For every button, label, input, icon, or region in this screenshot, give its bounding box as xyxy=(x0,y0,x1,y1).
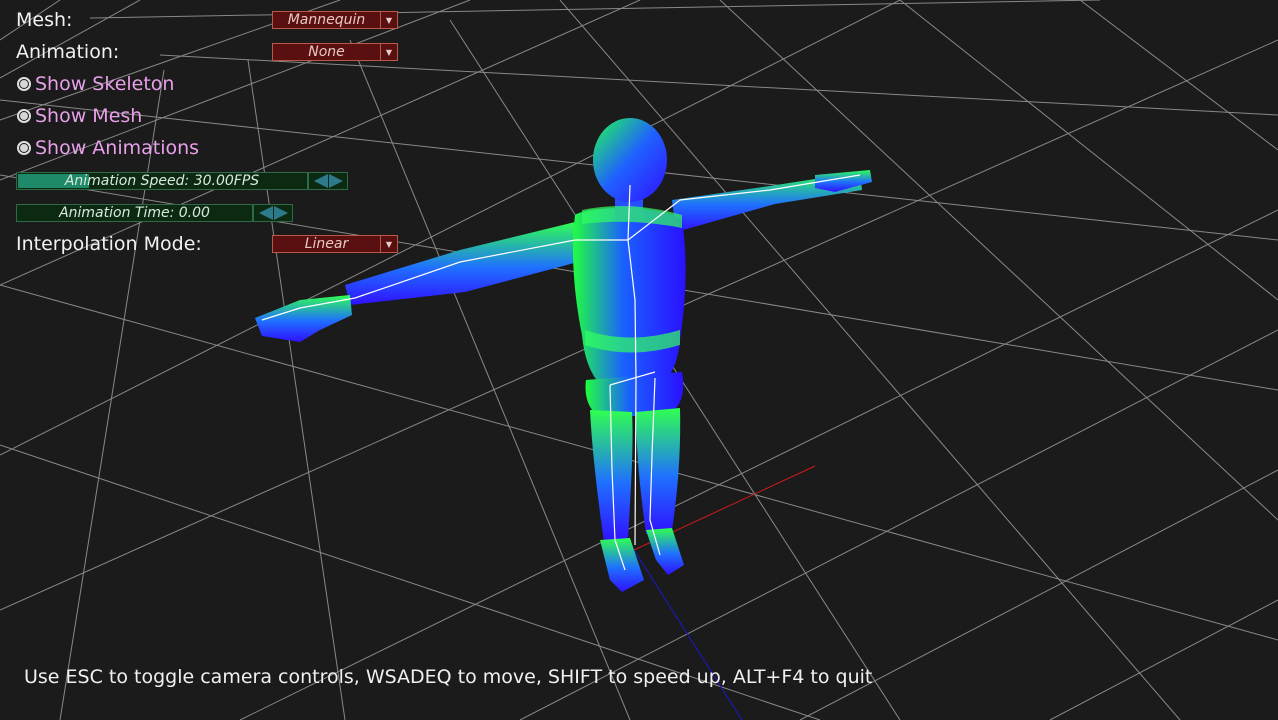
show-mesh-label: Show Mesh xyxy=(35,105,143,127)
show-skeleton-toggle[interactable]: Show Skeleton xyxy=(16,73,174,95)
mesh-label: Mesh: xyxy=(16,9,73,31)
animation-label: Animation: xyxy=(16,41,120,63)
chevron-down-icon[interactable]: ▼ xyxy=(380,44,397,60)
arrow-right-icon[interactable] xyxy=(273,206,288,220)
show-animations-toggle[interactable]: Show Animations xyxy=(16,137,199,159)
animation-dropdown[interactable]: None ▼ xyxy=(272,43,398,61)
animation-time-stepper[interactable] xyxy=(253,204,293,222)
animation-speed-slider[interactable]: Animation Speed: 30.00FPS xyxy=(16,172,308,190)
mesh-dropdown-value: Mannequin xyxy=(287,12,366,28)
mesh-dropdown[interactable]: Mannequin ▼ xyxy=(272,11,398,29)
radio-checked-icon[interactable] xyxy=(17,141,31,155)
interpolation-mode-label: Interpolation Mode: xyxy=(16,233,202,255)
camera-controls-hint: Use ESC to toggle camera controls, WSADE… xyxy=(24,666,873,688)
animation-speed-text: Animation Speed: 30.00FPS xyxy=(64,173,260,189)
animation-time-text: Animation Time: 0.00 xyxy=(59,205,210,221)
animation-speed-stepper[interactable] xyxy=(308,172,348,190)
show-mesh-toggle[interactable]: Show Mesh xyxy=(16,105,142,127)
show-skeleton-label: Show Skeleton xyxy=(35,73,175,95)
arrow-left-icon[interactable] xyxy=(313,174,328,188)
chevron-down-icon[interactable]: ▼ xyxy=(380,236,397,252)
radio-checked-icon[interactable] xyxy=(17,77,31,91)
animation-time-slider[interactable]: Animation Time: 0.00 xyxy=(16,204,253,222)
chevron-down-icon[interactable]: ▼ xyxy=(380,12,397,28)
3d-viewport[interactable] xyxy=(0,0,1278,720)
arrow-right-icon[interactable] xyxy=(328,174,343,188)
interpolation-mode-value: Linear xyxy=(304,236,349,252)
arrow-left-icon[interactable] xyxy=(258,206,273,220)
z-axis-line xyxy=(633,549,743,720)
radio-checked-icon[interactable] xyxy=(17,109,31,123)
show-animations-label: Show Animations xyxy=(35,137,200,159)
interpolation-mode-dropdown[interactable]: Linear ▼ xyxy=(272,235,398,253)
animation-dropdown-value: None xyxy=(308,44,345,60)
